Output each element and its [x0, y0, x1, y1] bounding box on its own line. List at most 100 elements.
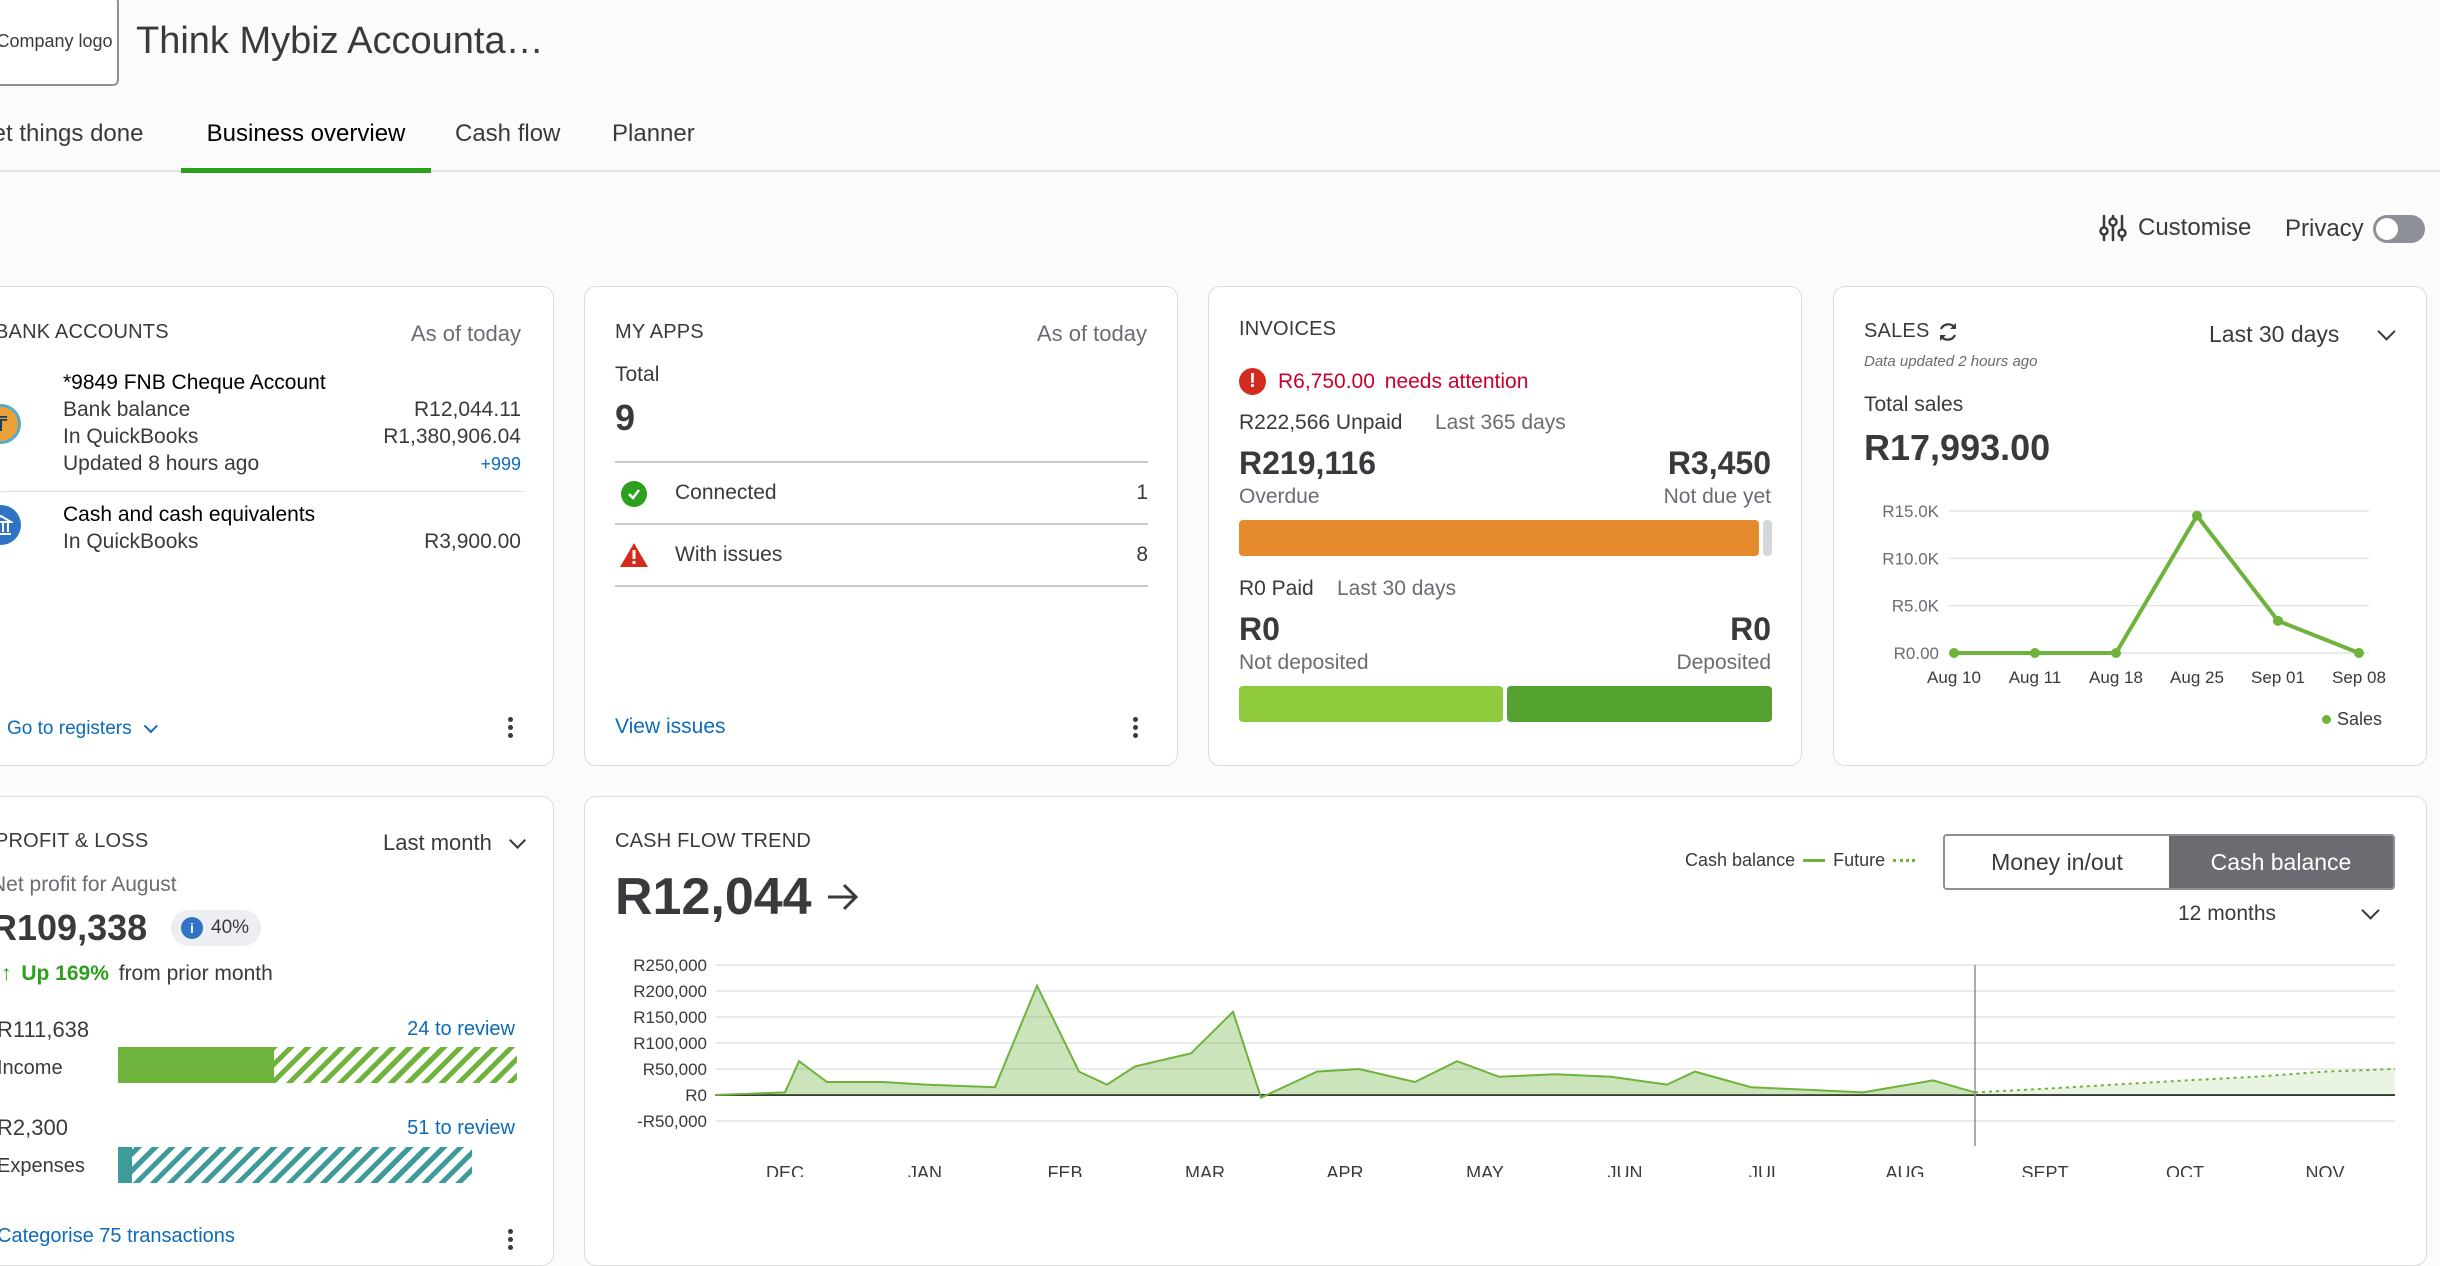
tab-label: Planner	[612, 120, 695, 147]
money-in-out-button[interactable]: Money in/out	[1945, 836, 2169, 888]
sales-y-tick-label: R0.00	[1894, 644, 1939, 663]
apps-connected-count: 1	[1136, 481, 1148, 504]
apps-total-value: 9	[615, 397, 636, 438]
apps-connected-row[interactable]: Connected 1	[615, 463, 1148, 523]
apps-issues-row[interactable]: With issues 8	[615, 525, 1148, 585]
sales-chart[interactable]: R0.00 R5.0K R10.0K R15.0K Aug 10 Aug 11 Aug 18…	[1834, 487, 2428, 687]
cash-balance-label: Cash balance	[2210, 848, 2352, 875]
bank-pending-link[interactable]: +999	[480, 454, 521, 475]
sales-y-tick-label: R15.0K	[1882, 502, 1939, 521]
sales-period-select[interactable]: Last 30 days	[2209, 321, 2399, 348]
tab-get-things-done[interactable]: Get things done	[0, 120, 143, 148]
sales-period-label: Last 30 days	[2209, 321, 2340, 347]
bank-balance-value: R12,044.11	[413, 398, 521, 421]
cashflow-y-tick-label: R250,000	[633, 956, 707, 975]
bank-building-icon	[0, 505, 21, 545]
deposited-amount[interactable]: R0	[1730, 611, 1771, 648]
cashflow-month-label: SEPT	[2021, 1163, 2068, 1177]
invoices-attention[interactable]: R6,750.00 needs attention	[1278, 370, 1528, 394]
unpaid-period: Last 365 days	[1435, 411, 1566, 434]
sliders-icon	[2099, 214, 2127, 242]
apps-as-of: As of today	[1036, 321, 1147, 346]
view-issues-link[interactable]: View issues	[615, 715, 726, 739]
company-logo[interactable]: Company logo	[0, 0, 119, 86]
privacy-label: Privacy	[2285, 215, 2364, 242]
cashflow-period-select[interactable]: 12 months	[2178, 901, 2383, 926]
not-due-label: Not due yet	[1663, 485, 1771, 508]
sales-card: SALES Data updated 2 hours ago Last 30 d…	[1833, 286, 2427, 766]
invoices-title: INVOICES	[1239, 318, 1337, 340]
bank-qb-label: In QuickBooks	[63, 425, 199, 448]
sales-total-value: R17,993.00	[1864, 427, 2051, 468]
error-icon: !	[1239, 368, 1266, 395]
go-to-registers-label: Go to registers	[7, 718, 132, 739]
tab-cash-flow[interactable]: Cash flow	[455, 120, 560, 148]
sales-x-tick-label: Sep 01	[2251, 668, 2305, 687]
tab-label: Cash flow	[455, 120, 561, 147]
sales-x-tick-label: Aug 18	[2089, 668, 2143, 687]
income-review-link[interactable]: 24 to review	[407, 1018, 515, 1041]
pnl-badge-value: 40%	[211, 917, 250, 938]
cashflow-future-area	[1975, 1069, 2395, 1095]
cash-balance-button[interactable]: Cash balance	[2169, 836, 2393, 888]
expenses-review-link[interactable]: 51 to review	[407, 1117, 515, 1140]
income-bar[interactable]	[118, 1047, 517, 1083]
sales-legend: Sales	[2322, 709, 2382, 730]
tab-planner[interactable]: Planner	[612, 120, 695, 148]
pnl-income-amount: R111,638	[0, 1017, 90, 1042]
tab-business-overview[interactable]: Business overview	[181, 120, 431, 173]
cashflow-balance-area	[715, 985, 1975, 1098]
cashflow-month-label: DEC	[766, 1163, 804, 1177]
not-deposited-bar[interactable]	[1239, 686, 1503, 722]
cashflow-chart[interactable]: R250,000 R200,000 R150,000 R100,000 R50,000 R…	[585, 947, 2428, 1177]
pnl-percent-badge[interactable]: i 40%	[171, 910, 262, 946]
cashflow-month-label: APR	[1326, 1163, 1363, 1177]
cashflow-month-label: MAR	[1185, 1163, 1225, 1177]
pnl-more-icon[interactable]	[508, 1229, 514, 1253]
legend-future-label: Future	[1833, 850, 1886, 870]
not-due-bar-segment[interactable]	[1763, 520, 1772, 556]
unpaid-bar	[1239, 520, 1772, 556]
apps-issues-label: With issues	[675, 543, 783, 566]
bank-qb-value: R1,380,906.04	[383, 425, 521, 448]
unpaid-label: R222,566 Unpaid	[1239, 411, 1403, 434]
refresh-icon[interactable]	[1936, 320, 1960, 344]
bank-more-icon[interactable]	[508, 717, 514, 741]
cashflow-month-label: OCT	[2166, 1163, 2204, 1177]
pnl-net-amount: R109,338	[0, 907, 148, 948]
sales-point	[2273, 615, 2283, 626]
cashflow-amount: R12,044	[615, 868, 812, 926]
tab-label: Get things done	[0, 120, 144, 147]
sales-y-tick-label: R10.0K	[1882, 549, 1939, 568]
pnl-period-select[interactable]: Last month	[383, 830, 526, 856]
overdue-amount[interactable]: R219,116	[1239, 445, 1376, 482]
apps-connected-label: Connected	[675, 481, 777, 504]
deposited-bar[interactable]	[1507, 686, 1772, 722]
sales-line	[1954, 512, 2360, 655]
cash-flow-trend-card: CASH FLOW TREND R12,044 Cash balance Fut…	[584, 796, 2427, 1266]
go-to-registers-link[interactable]: Go to registers	[7, 718, 158, 740]
overdue-bar-segment[interactable]	[1239, 520, 1759, 556]
legend-balance-swatch	[1803, 859, 1826, 862]
not-deposited-amount[interactable]: R0	[1239, 611, 1280, 648]
bank-account-2-name[interactable]: Cash and cash equivalents	[63, 503, 315, 527]
expenses-bar[interactable]	[118, 1147, 472, 1183]
pnl-change: ↑ Up 169% from prior month	[1, 962, 273, 986]
customise-button[interactable]: Customise	[2098, 213, 2251, 243]
cashflow-amount-link[interactable]: R12,044	[615, 867, 860, 927]
sales-legend-label: Sales	[2337, 709, 2383, 729]
chevron-down-icon	[2361, 901, 2380, 920]
not-due-amount[interactable]: R3,450	[1668, 445, 1771, 482]
pnl-change-pct: Up 169%	[21, 962, 109, 985]
attention-amount: R6,750.00	[1278, 370, 1375, 393]
bank-account-2-qb-value: R3,900.00	[424, 530, 521, 553]
sales-y-tick-label: R5.0K	[1892, 597, 1940, 616]
categorise-link[interactable]: Categorise 75 transactions	[0, 1225, 235, 1248]
bank-account-1-name[interactable]: *9849 FNB Cheque Account	[63, 371, 326, 395]
privacy-toggle[interactable]	[2373, 215, 2425, 243]
expenses-bar-reviewed	[118, 1147, 132, 1183]
sales-total-label: Total sales	[1864, 393, 1964, 416]
apps-more-icon[interactable]	[1133, 717, 1139, 741]
customise-label: Customise	[2138, 214, 2252, 241]
cashflow-month-label: AUG	[1885, 1163, 1924, 1177]
